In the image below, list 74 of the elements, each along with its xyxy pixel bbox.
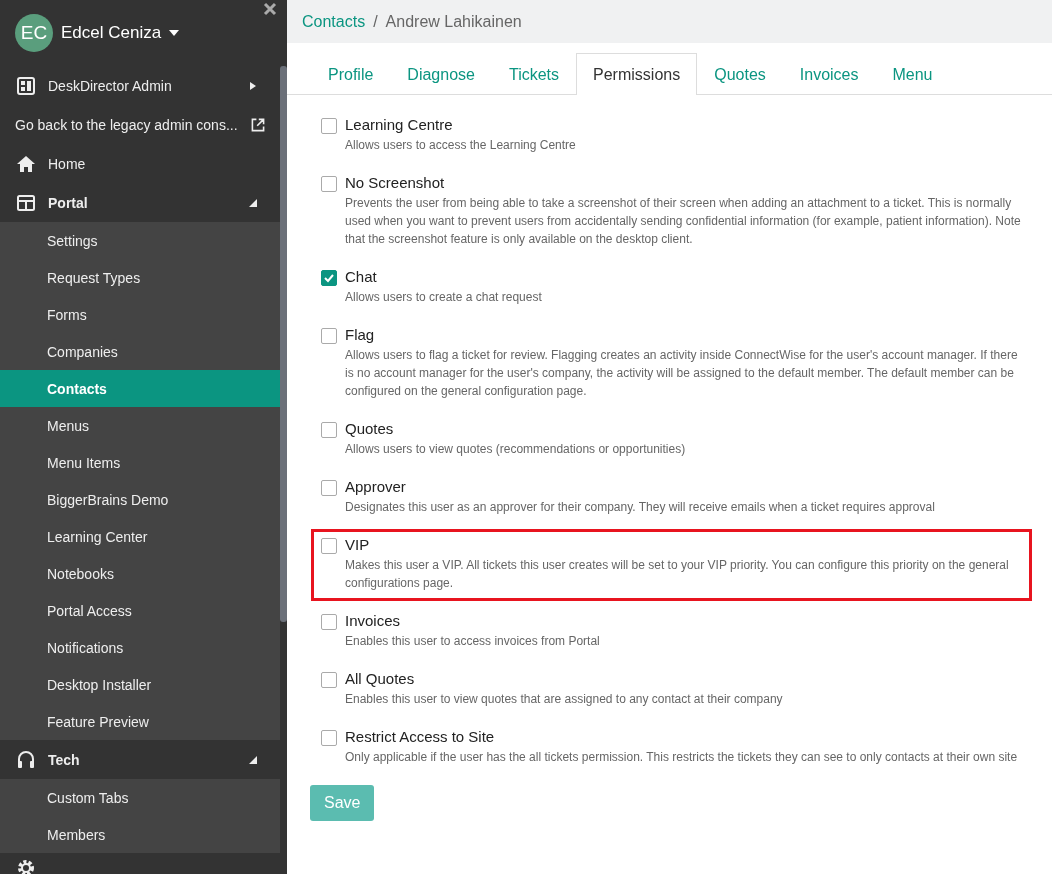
permission-description: Prevents the user from being able to take a screenshot of their screen when adding an attachment to a ticket. This is normally used when you want to prevent users from accidentally sending confidential information (for example, patient information). Note that the screenshot feature is only available on the desktop client.	[345, 195, 1022, 248]
sidebar-item[interactable]: Contacts	[0, 370, 280, 407]
sidebar-item[interactable]: Forms	[0, 296, 280, 333]
permission-title: Approver	[345, 478, 407, 495]
permission-description: Allows users to create a chat request	[345, 289, 542, 306]
sidebar-section[interactable]: Portal	[0, 183, 280, 222]
sidebar-item[interactable]: Home	[0, 144, 280, 183]
permission-title: Flag	[345, 326, 376, 343]
sidebar-item[interactable]: Desktop Installer	[0, 666, 280, 703]
tab[interactable]: Quotes	[697, 53, 783, 95]
checkbox[interactable]	[321, 614, 337, 630]
chevron-right-icon	[249, 81, 257, 90]
permission-title: Chat	[345, 268, 378, 285]
tab[interactable]: Tickets	[491, 53, 577, 95]
checkbox[interactable]	[321, 422, 337, 438]
permission-title: No Screenshot	[345, 174, 446, 191]
checkbox[interactable]	[321, 672, 337, 688]
breadcrumb-current: Andrew Lahikainen	[385, 12, 522, 31]
checkbox[interactable]	[321, 538, 337, 554]
sidebar-item[interactable]: Menu Items	[0, 444, 280, 481]
expand-triangle-icon	[249, 755, 257, 764]
sidebar-item[interactable]: Menus	[0, 407, 280, 444]
checkbox[interactable]	[321, 176, 337, 192]
window-icon	[16, 192, 36, 213]
user-name[interactable]: Edcel Ceniza	[61, 23, 162, 43]
checkbox[interactable]	[321, 270, 337, 286]
checkbox[interactable]	[321, 328, 337, 344]
sidebar-item[interactable]: Companies	[0, 333, 280, 370]
checkbox[interactable]	[321, 730, 337, 746]
sidebar-item[interactable]: Portal Access	[0, 592, 280, 629]
gear-icon	[16, 858, 36, 874]
sidebar-item[interactable]: Notifications	[0, 629, 280, 666]
permission-title: Restrict Access to Site	[345, 728, 496, 745]
permission-title: VIP	[345, 536, 371, 553]
checkbox[interactable]	[321, 480, 337, 496]
external-link-icon	[249, 116, 266, 133]
dashboard-icon	[16, 75, 36, 96]
headset-icon	[16, 749, 36, 770]
sidebar-item[interactable]: Settings	[0, 222, 280, 259]
tab[interactable]: Profile	[311, 53, 391, 95]
permission-description: Allows users to flag a ticket for review. Flagging creates an activity inside ConnectWise for the user's account manager. If there is no account manager for the user's company, the activity will be assigned to the default member. The default member can be configured on the general configuration page.	[345, 347, 1019, 400]
sidebar-item[interactable]: Custom Tabs	[0, 779, 280, 816]
permission-description: Enables this user to access invoices from Portal	[345, 633, 600, 650]
permission-description: Enables this user to view quotes that are assigned to any contact at their company	[345, 691, 783, 708]
sidebar-item[interactable]: Members	[0, 816, 280, 853]
checkbox[interactable]	[321, 118, 337, 134]
sidebar-item[interactable]: Request Types	[0, 259, 280, 296]
permission-description: Makes this user a VIP. All tickets this user creates will be set to your VIP priority. You can configure this priority on the general configurations page.	[345, 557, 1010, 592]
sidebar-item[interactable]: Notebooks	[0, 555, 280, 592]
sidebar-item[interactable]: Go back to the legacy admin cons...	[0, 105, 280, 144]
sidebar-item[interactable]: BiggerBrains Demo	[0, 481, 280, 518]
permission-title: Learning Centre	[345, 116, 454, 133]
tab[interactable]: Permissions	[576, 53, 698, 95]
close-icon[interactable]	[263, 2, 277, 16]
sidebar-item[interactable]: Learning Center	[0, 518, 280, 555]
scrollbar[interactable]	[280, 66, 287, 622]
expand-triangle-icon	[249, 198, 257, 207]
tab[interactable]: Invoices	[782, 53, 876, 95]
breadcrumb-separator: /	[373, 12, 378, 31]
permission-description: Only applicable if the user has the all tickets permission. This restricts the tickets they can see to only contacts at their own site	[345, 749, 1018, 766]
sidebar-section[interactable]: Tech	[0, 740, 280, 779]
tab[interactable]: Menu	[875, 53, 950, 95]
avatar: EC	[15, 14, 53, 52]
tab[interactable]: Diagnose	[390, 53, 492, 95]
home-icon	[16, 153, 36, 174]
sidebar-item[interactable]: DeskDirector Admin	[0, 66, 280, 105]
permission-title: Invoices	[345, 612, 402, 629]
permission-description: Allows users to view quotes (recommendations or opportunities)	[345, 441, 686, 458]
permission-description: Designates this user as an approver for their company. They will receive emails when a ticket requires approval	[345, 499, 935, 516]
permission-title: All Quotes	[345, 670, 416, 687]
caret-icon[interactable]	[169, 30, 180, 36]
permission-description: Allows users to access the Learning Centre	[345, 137, 576, 154]
sidebar-item[interactable]: Feature Preview	[0, 703, 280, 740]
permission-title: Quotes	[345, 420, 395, 437]
